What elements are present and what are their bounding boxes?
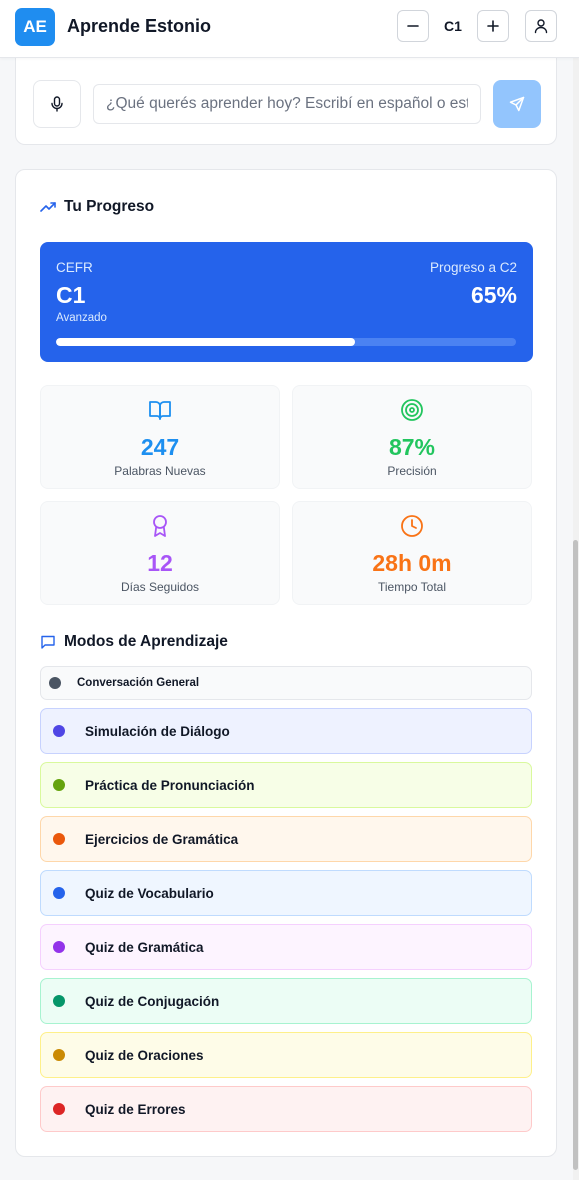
stat-total-time: 28h 0m Tiempo Total (292, 501, 532, 605)
stat-label: Palabras Nuevas (114, 464, 206, 478)
mode-dot (53, 941, 65, 953)
mode-dot (53, 1103, 65, 1115)
mode-general-conversation[interactable]: Conversación General (40, 666, 532, 700)
mode-dialogue-simulation[interactable]: Simulación de Diálogo (40, 708, 532, 754)
stat-accuracy: 87% Precisión (292, 385, 532, 489)
message-input[interactable] (93, 84, 481, 124)
mode-label: Quiz de Conjugación (85, 993, 220, 1009)
progress-title: Tu Progreso (64, 198, 155, 215)
mode-conjugation-quiz[interactable]: Quiz de Conjugación (40, 978, 532, 1024)
stat-label: Tiempo Total (377, 580, 447, 594)
modes-title: Modos de Aprendizaje (64, 633, 228, 650)
chat-input-card (15, 58, 557, 145)
mode-pronunciation-practice[interactable]: Práctica de Pronunciación (40, 762, 532, 808)
current-level: C1 (56, 282, 86, 308)
mode-dot (53, 779, 65, 791)
minus-icon (406, 19, 420, 33)
mode-dot (53, 1049, 65, 1061)
modes-heading: Modos de Aprendizaje (40, 633, 228, 651)
stat-streak: 12 Días Seguidos (40, 501, 280, 605)
mode-sentences-quiz[interactable]: Quiz de Oraciones (40, 1032, 532, 1078)
mode-label: Conversación General (77, 677, 200, 689)
trending-up-icon (40, 199, 56, 215)
level-description: Avanzado (56, 312, 107, 324)
mode-label: Quiz de Gramática (85, 939, 204, 955)
mode-label: Ejercicios de Gramática (85, 831, 239, 847)
progress-bar-fill (56, 338, 355, 346)
mode-label: Simulación de Diálogo (85, 723, 230, 739)
progress-heading: Tu Progreso (40, 198, 154, 216)
progress-card: Tu Progreso CEFR C1 Avanzado Progreso a … (15, 169, 557, 1157)
target-level-label: Progreso a C2 (429, 260, 517, 275)
mode-grammar-quiz[interactable]: Quiz de Gramática (40, 924, 532, 970)
message-square-icon (40, 634, 56, 650)
mode-label: Práctica de Pronunciación (85, 777, 255, 793)
target-icon (293, 398, 531, 422)
mode-dot (53, 833, 65, 845)
stat-label: Días Seguidos (120, 580, 200, 594)
mode-label: Quiz de Errores (85, 1101, 186, 1117)
book-open-icon (41, 398, 279, 422)
microphone-icon (50, 96, 64, 112)
mode-dot (49, 677, 61, 689)
user-profile-button[interactable] (525, 10, 557, 42)
mode-vocabulary-quiz[interactable]: Quiz de Vocabulario (40, 870, 532, 916)
award-icon (41, 514, 279, 538)
stat-value: 247 (140, 434, 180, 460)
increase-level-button[interactable] (477, 10, 509, 42)
stat-new-words: 247 Palabras Nuevas (40, 385, 280, 489)
stat-label: Precisión (387, 464, 437, 478)
send-icon (509, 96, 525, 112)
app-title: Aprende Estonio (67, 16, 212, 36)
progress-bar (56, 338, 516, 346)
mode-errors-quiz[interactable]: Quiz de Errores (40, 1086, 532, 1132)
clock-icon (293, 514, 531, 538)
microphone-button[interactable] (33, 80, 81, 128)
user-icon (533, 18, 549, 34)
stat-value: 28h 0m (372, 550, 452, 576)
mode-dot (53, 725, 65, 737)
send-button[interactable] (493, 80, 541, 128)
stat-value: 12 (147, 550, 173, 576)
app-logo: AE (15, 8, 55, 46)
mode-dot (53, 887, 65, 899)
mode-label: Quiz de Vocabulario (85, 885, 214, 901)
cefr-label: CEFR (56, 260, 93, 275)
mode-label: Quiz de Oraciones (85, 1047, 204, 1063)
scrollbar-thumb[interactable] (573, 540, 578, 1170)
cefr-level-panel: CEFR C1 Avanzado Progreso a C2 65% (40, 242, 533, 362)
app-header: AE Aprende Estonio C1 (0, 0, 579, 58)
mode-grammar-exercises[interactable]: Ejercicios de Gramática (40, 816, 532, 862)
mode-dot (53, 995, 65, 1007)
progress-percent: 65% (470, 282, 517, 308)
level-indicator: C1 (444, 18, 462, 34)
stat-value: 87% (388, 434, 436, 460)
decrease-level-button[interactable] (397, 10, 429, 42)
plus-icon (486, 19, 500, 33)
